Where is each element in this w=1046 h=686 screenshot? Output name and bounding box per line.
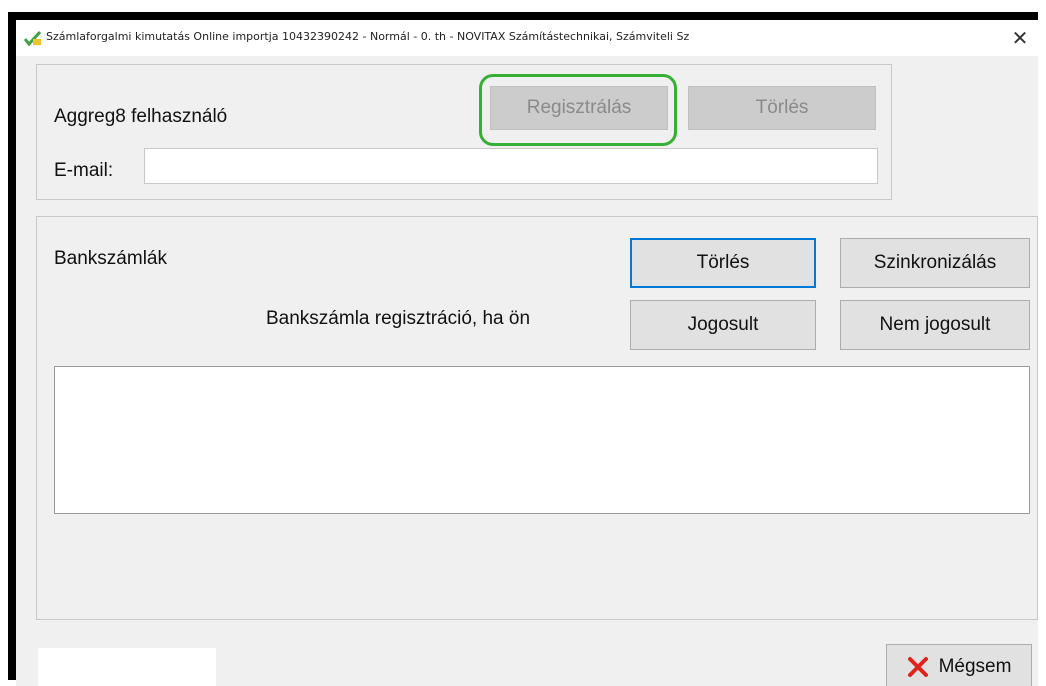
- status-field: [38, 648, 216, 686]
- entitled-button-label: Jogosult: [687, 314, 759, 335]
- cancel-button-label: Mégsem: [938, 656, 1012, 677]
- register-highlight: [479, 74, 677, 146]
- bank-delete-button[interactable]: Törlés: [630, 238, 816, 288]
- app-icon: [24, 30, 42, 46]
- user-delete-button[interactable]: Törlés: [688, 86, 876, 130]
- bank-accounts-list[interactable]: [54, 366, 1030, 514]
- user-delete-button-label: Törlés: [755, 97, 809, 118]
- close-button[interactable]: ✕: [1006, 24, 1034, 52]
- not-entitled-button[interactable]: Nem jogosult: [840, 300, 1030, 350]
- aggreg8-user-title: Aggreg8 felhasználó: [54, 106, 228, 127]
- email-field[interactable]: [144, 148, 878, 184]
- dialog-window: Számlaforgalmi kimutatás Online importja…: [8, 12, 1038, 686]
- bank-delete-button-label: Törlés: [696, 252, 750, 273]
- sync-button-label: Szinkronizálás: [873, 252, 997, 273]
- email-label: E-mail:: [54, 160, 114, 181]
- entitled-button[interactable]: Jogosult: [630, 300, 816, 350]
- dialog-body: Aggreg8 felhasználó Regisztrálás Törlés …: [16, 56, 1038, 686]
- not-entitled-button-label: Nem jogosult: [879, 314, 991, 335]
- title-bar: Számlaforgalmi kimutatás Online importja…: [16, 20, 1038, 56]
- cancel-button[interactable]: Mégsem: [886, 644, 1032, 686]
- sync-button[interactable]: Szinkronizálás: [840, 238, 1030, 288]
- window-title: Számlaforgalmi kimutatás Online importja…: [46, 30, 690, 43]
- bank-registration-prompt: Bankszámla regisztráció, ha ön: [266, 308, 531, 329]
- bank-accounts-title: Bankszámlák: [54, 248, 167, 269]
- red-x-icon: [907, 657, 928, 677]
